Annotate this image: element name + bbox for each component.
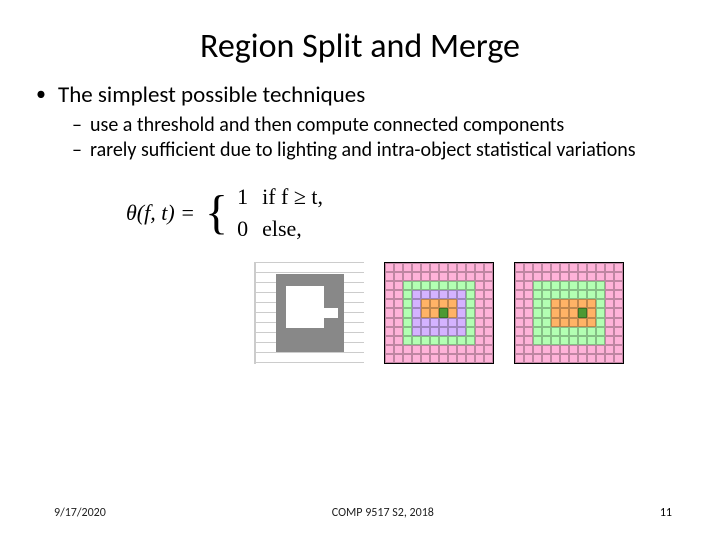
lhs-text: θ(f, t) = bbox=[126, 200, 195, 226]
sub-bullet-1: – use a threshold and then compute conne… bbox=[72, 113, 684, 137]
content-area: • The simplest possible techniques – use… bbox=[0, 81, 720, 364]
diagram-row bbox=[36, 262, 684, 364]
grayscale-shape-diagram bbox=[254, 262, 364, 364]
formula-cases: 1 if f ≥ t, 0 else, bbox=[234, 184, 323, 242]
split-grid-1 bbox=[384, 262, 494, 364]
footer-date: 9/17/2020 bbox=[54, 506, 106, 520]
sub-text-2: rarely sufficient due to lighting and in… bbox=[90, 138, 684, 162]
dash-icon: – bbox=[72, 113, 90, 137]
threshold-formula: θ(f, t) = { 1 if f ≥ t, 0 else, bbox=[126, 184, 684, 242]
footer: 9/17/2020 COMP 9517 S2, 2018 11 bbox=[0, 506, 720, 520]
slide-title: Region Split and Merge bbox=[0, 0, 720, 81]
case-1: 1 if f ≥ t, bbox=[234, 184, 323, 210]
footer-page: 11 bbox=[660, 506, 672, 520]
sub-bullet-2: – rarely sufficient due to lighting and … bbox=[72, 138, 684, 162]
brace-icon: { bbox=[205, 189, 228, 237]
bullet-dot: • bbox=[36, 81, 58, 109]
split-grid-2 bbox=[514, 262, 624, 364]
footer-course: COMP 9517 S2, 2018 bbox=[332, 506, 434, 520]
case1-cond: if f ≥ t, bbox=[262, 184, 323, 210]
gray-shape bbox=[276, 274, 344, 352]
bullet-main: • The simplest possible techniques bbox=[36, 81, 684, 109]
bullet-text: The simplest possible techniques bbox=[58, 81, 684, 109]
case1-val: 1 bbox=[234, 184, 248, 210]
case2-cond: else, bbox=[262, 216, 302, 242]
dash-icon: – bbox=[72, 138, 90, 162]
case2-val: 0 bbox=[234, 216, 248, 242]
formula-lhs: θ(f, t) = bbox=[126, 200, 195, 226]
case-2: 0 else, bbox=[234, 216, 323, 242]
sub-text-1: use a threshold and then compute connect… bbox=[90, 113, 684, 137]
